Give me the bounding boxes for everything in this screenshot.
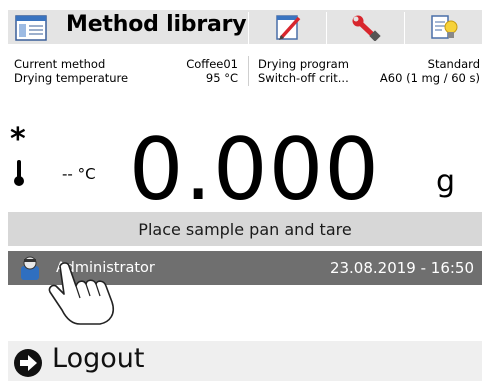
- switch-off-criterion-label: Switch-off crit...: [258, 71, 349, 85]
- page-title: Method library: [66, 12, 247, 37]
- logout-arrow-icon: [14, 349, 42, 377]
- drying-temperature-label: Drying temperature: [14, 71, 129, 85]
- info-divider: [248, 56, 249, 86]
- logout-label[interactable]: Logout: [52, 343, 144, 374]
- status-message: Place sample pan and tare: [138, 220, 352, 239]
- settings-button[interactable]: [327, 10, 404, 44]
- method-library-icon: [15, 15, 47, 41]
- stability-indicator: *: [10, 122, 26, 157]
- current-method-value: Coffee01: [186, 57, 238, 71]
- edit-notepad-icon: [276, 15, 301, 40]
- current-method-label: Current method: [14, 57, 106, 71]
- weight-unit: g: [436, 164, 456, 199]
- date-time: 23.08.2019 - 16:50: [329, 259, 474, 277]
- drying-temperature-value: 95 °C: [205, 71, 238, 85]
- edit-method-button[interactable]: [249, 10, 326, 44]
- thermometer-settings-icon: [431, 15, 458, 39]
- drying-program-value: Standard: [427, 57, 480, 71]
- drying-program-label: Drying program: [258, 57, 349, 71]
- device-settings-button[interactable]: [405, 10, 482, 44]
- wrench-icon: [352, 15, 381, 41]
- thermometer-icon: [14, 160, 24, 186]
- temperature-readout: -- °C: [62, 165, 96, 183]
- hand-pointer-icon: [48, 262, 115, 325]
- weight-value: 0.000: [128, 120, 380, 220]
- switch-off-criterion-value: A60 (1 mg / 60 s): [379, 71, 480, 85]
